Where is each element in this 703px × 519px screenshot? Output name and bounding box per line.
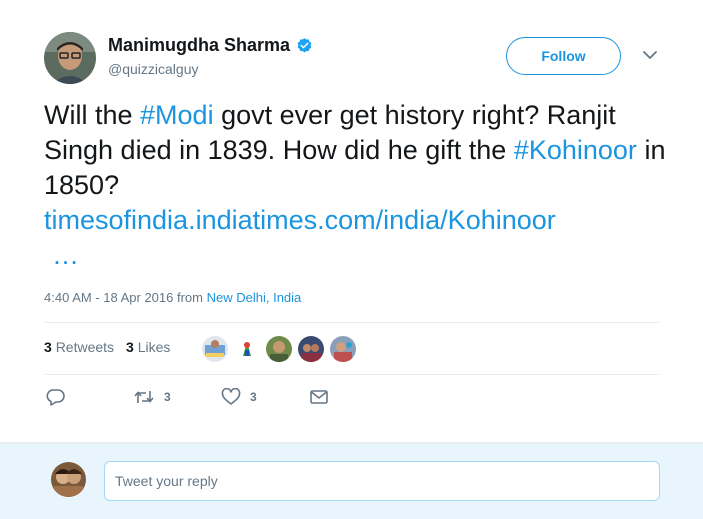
link-ellipsis[interactable]: … (52, 238, 79, 273)
verified-badge-icon (297, 38, 312, 53)
likes-stat-label: Likes (137, 339, 171, 355)
author-avatar[interactable] (44, 32, 96, 84)
current-user-avatar[interactable] (51, 462, 86, 497)
liker-avatar[interactable] (298, 336, 324, 362)
hashtag-link[interactable]: #Kohinoor (514, 135, 637, 165)
retweets-stat-label: Retweets (55, 339, 115, 355)
reply-input[interactable] (104, 461, 660, 501)
likes-stat[interactable]: 3 Likes (126, 339, 170, 355)
heart-icon (221, 388, 241, 405)
retweet-icon (134, 391, 154, 403)
liker-avatars (202, 336, 356, 362)
place-country-link[interactable]: India (273, 290, 301, 305)
liker-avatar[interactable] (330, 336, 356, 362)
tweet-text-part: Will the (44, 100, 141, 130)
envelope-icon (310, 390, 328, 404)
retweet-count: 3 (164, 390, 171, 404)
divider (44, 322, 659, 323)
like-count: 3 (250, 390, 257, 404)
liker-avatar[interactable] (234, 336, 260, 362)
liker-avatar[interactable] (202, 336, 228, 362)
meta-from: from (173, 290, 207, 305)
author-name[interactable]: Manimugdha Sharma (108, 35, 290, 56)
divider (44, 374, 659, 375)
direct-message-action[interactable] (309, 389, 329, 405)
place-city-link[interactable]: New Delhi (207, 290, 266, 305)
liker-avatar[interactable] (266, 336, 292, 362)
tweet-card: Manimugdha Sharma @quizzicalguy Follow W… (0, 0, 703, 443)
like-action[interactable]: 3 (221, 388, 309, 406)
reply-action[interactable] (46, 388, 133, 406)
article-link[interactable]: timesofindia.indiatimes.com/india/Kohino… (44, 203, 556, 238)
likes-stat-count: 3 (126, 339, 134, 355)
reply-icon (46, 389, 65, 406)
retweets-stat-count: 3 (44, 339, 52, 355)
place-separator: , (265, 290, 274, 305)
tweet-text: Will the #Modi govt ever get history rig… (44, 98, 674, 203)
retweet-action[interactable]: 3 (133, 388, 221, 406)
retweets-stat[interactable]: 3 Retweets (44, 339, 114, 355)
author-name-row[interactable]: Manimugdha Sharma (108, 35, 313, 56)
tweet-actions: 3 3 (46, 388, 329, 406)
timestamp[interactable]: 4:40 AM - 18 Apr 2016 (44, 290, 173, 305)
author-handle[interactable]: @quizzicalguy (108, 61, 198, 77)
follow-button[interactable]: Follow (506, 37, 621, 75)
chevron-down-icon[interactable] (641, 48, 659, 62)
hashtag-link[interactable]: #Modi (140, 100, 214, 130)
tweet-stats: 3 Retweets 3 Likes (44, 339, 170, 355)
tweet-metadata: 4:40 AM - 18 Apr 2016 from New Delhi, In… (44, 290, 301, 305)
